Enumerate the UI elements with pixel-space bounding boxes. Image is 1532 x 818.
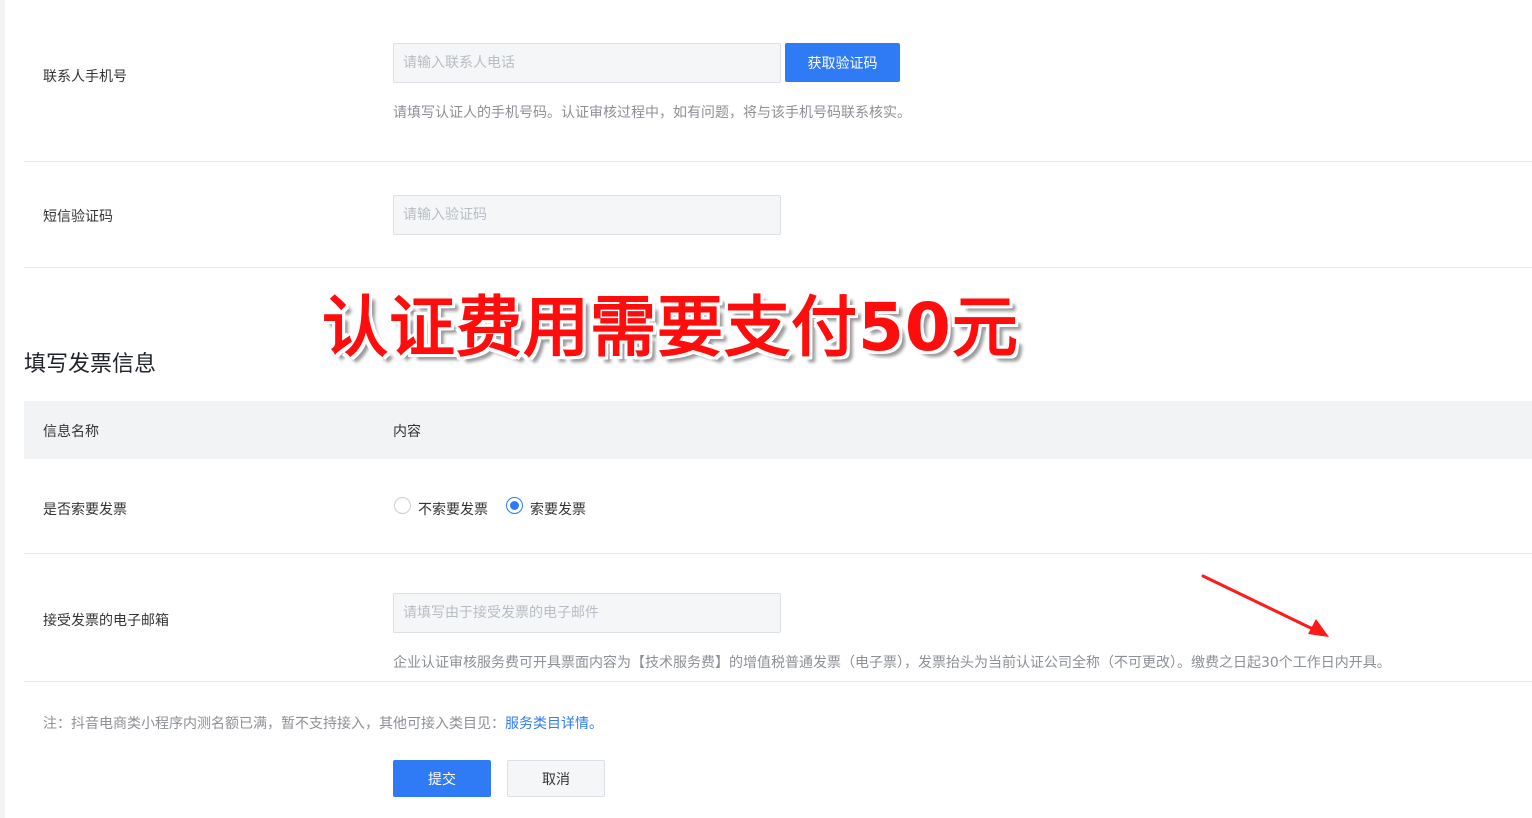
invoice-section-title: 填写发票信息: [24, 352, 157, 377]
cancel-button[interactable]: 取消: [507, 760, 605, 797]
sms-label: 短信验证码: [43, 209, 113, 225]
phone-label: 联系人手机号: [43, 69, 127, 85]
column-header-name: 信息名称: [43, 424, 99, 440]
radio-no-invoice-label[interactable]: 不索要发票: [418, 499, 488, 519]
fee-annotation: 认证费用需要支付50元: [322, 289, 1019, 366]
radio-request-invoice-label[interactable]: 索要发票: [530, 499, 586, 519]
radio-request-invoice[interactable]: [506, 497, 523, 514]
note: 注：抖音电商类小程序内测名额已满，暂不支持接入，其他可接入类目见：服务类目详情。: [43, 713, 603, 733]
submit-button[interactable]: 提交: [393, 760, 491, 797]
phone-input[interactable]: [393, 43, 781, 83]
phone-hint: 请填写认证人的手机号码。认证审核过程中，如有问题，将与该手机号码联系核实。: [393, 105, 911, 121]
request-invoice-label: 是否索要发票: [43, 502, 127, 518]
radio-no-invoice[interactable]: [394, 497, 411, 514]
divider: [24, 553, 1532, 554]
invoice-email-label: 接受发票的电子邮箱: [43, 613, 169, 629]
sms-code-input[interactable]: [393, 195, 781, 235]
note-text: 注：抖音电商类小程序内测名额已满，暂不支持接入，其他可接入类目见：: [43, 716, 505, 732]
annotation-arrow-icon: [1201, 574, 1329, 637]
divider: [24, 161, 1532, 162]
table-header: [24, 401, 1532, 459]
invoice-hint: 企业认证审核服务费可开具票面内容为【技术服务费】的增值税普通发票（电子票），发票…: [393, 655, 1391, 671]
invoice-email-input[interactable]: [393, 593, 781, 633]
divider: [24, 681, 1532, 682]
left-edge: [0, 0, 5, 818]
get-code-button[interactable]: 获取验证码: [785, 43, 900, 82]
service-category-link[interactable]: 服务类目详情。: [505, 716, 603, 732]
divider: [24, 267, 1532, 268]
column-header-content: 内容: [393, 424, 421, 440]
